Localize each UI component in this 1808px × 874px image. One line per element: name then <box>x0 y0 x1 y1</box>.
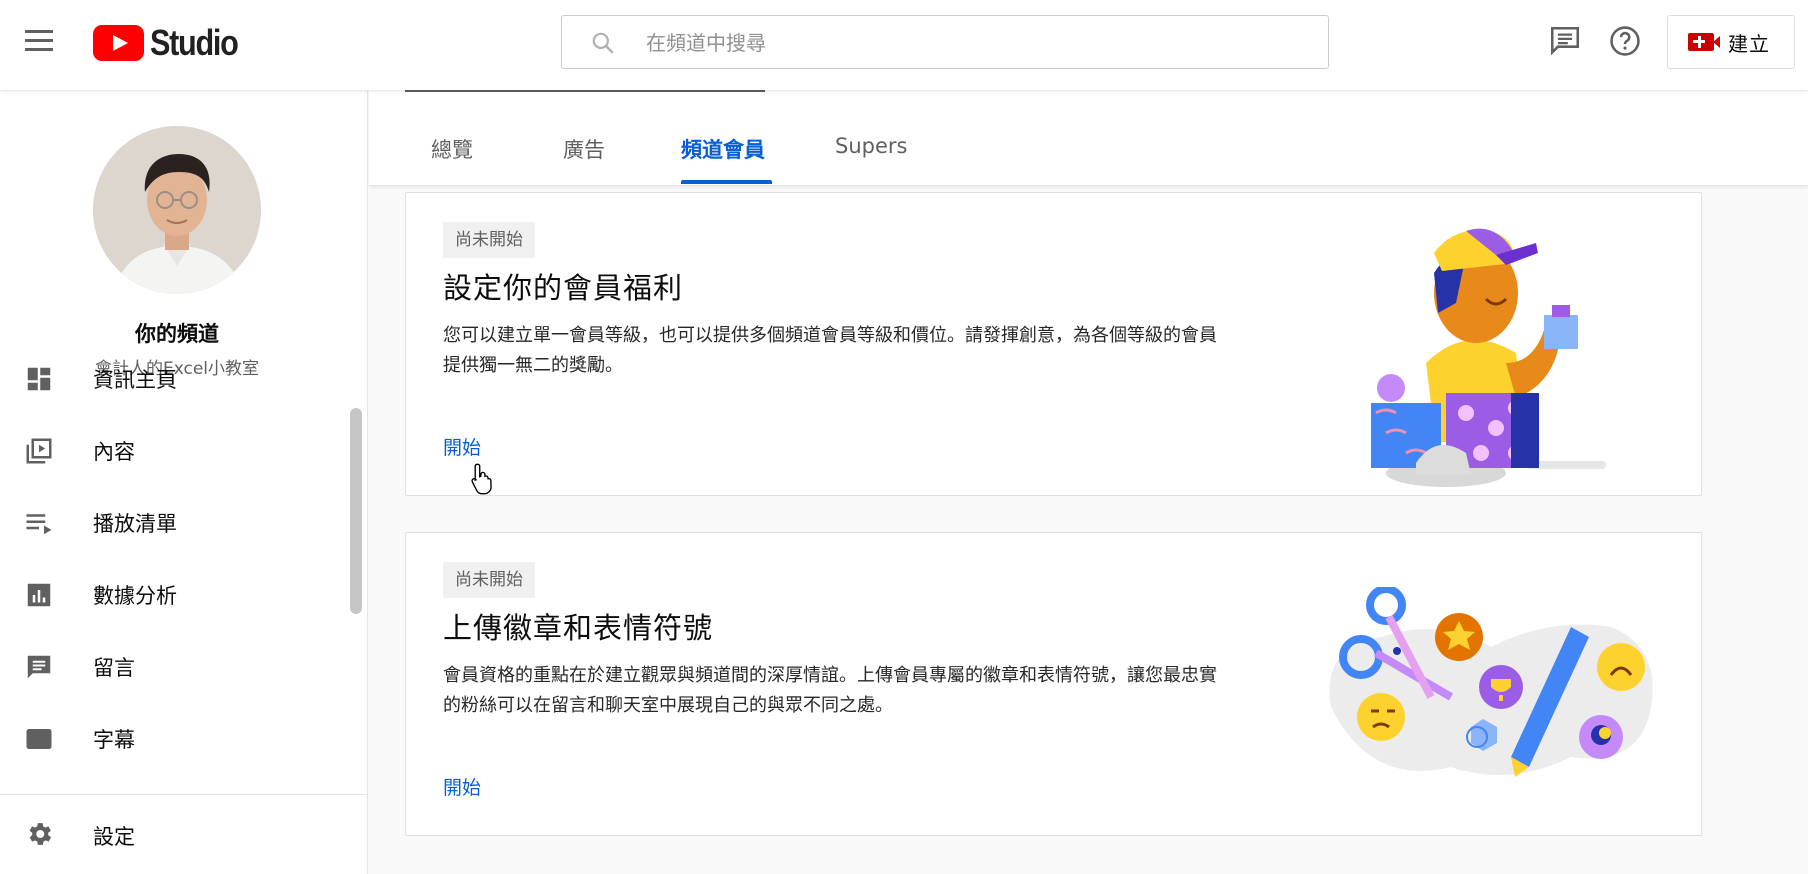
sidebar-item-dashboard[interactable]: 資訊主頁 <box>0 346 354 412</box>
sidebar-item-label: 播放清單 <box>93 512 177 536</box>
settings-label: 設定 <box>93 825 135 849</box>
tab-supers[interactable]: Supers <box>835 134 907 158</box>
gift-person-illustration <box>1371 228 1606 487</box>
search-box[interactable] <box>561 15 1329 69</box>
sidebar-item-label: 數據分析 <box>93 584 177 608</box>
create-label: 建立 <box>1728 31 1770 56</box>
sidebar-item-label: 內容 <box>93 440 135 464</box>
badges-emoji-illustration <box>1329 587 1653 777</box>
scrolled-content-edge <box>405 90 765 92</box>
create-button[interactable]: 建立 <box>1667 15 1795 69</box>
menu-icon[interactable] <box>25 30 53 52</box>
start-perks-link[interactable]: 開始 <box>443 433 481 460</box>
hand-cursor-icon <box>471 463 492 495</box>
card-description: 會員資格的重點在於建立觀眾與頻道間的深厚情誼。上傳會員專屬的徽章和表情符號，讓您… <box>443 665 1217 716</box>
sidebar-item-label: 留言 <box>93 656 135 680</box>
youtube-studio-logo[interactable]: Studio <box>93 22 253 64</box>
content-icon <box>26 438 52 464</box>
tab-bar: 總覽 廣告 頻道會員 Supers <box>369 90 1808 186</box>
card-description: 您可以建立單一會員等級，也可以提供多個頻道會員等級和價位。請發揮創意，為各個等級… <box>443 325 1217 376</box>
status-badge: 尚未開始 <box>443 562 535 598</box>
subtitles-icon <box>26 729 52 749</box>
gear-icon <box>29 823 52 845</box>
search-icon[interactable] <box>590 30 616 56</box>
active-tab-indicator <box>681 180 772 184</box>
start-badges-link[interactable]: 開始 <box>443 773 481 800</box>
badges-emoji-card: 尚未開始 上傳徽章和表情符號 會員資格的重點在於建立觀眾與頻道間的深厚情誼。上傳… <box>405 532 1702 836</box>
channel-title: 你的頻道 <box>135 322 219 346</box>
perks-card: 尚未開始 設定你的會員福利 您可以建立單一會員等級，也可以提供多個頻道會員等級和… <box>405 192 1702 496</box>
sidebar-item-label: 字幕 <box>93 728 135 752</box>
tab-overview[interactable]: 總覽 <box>431 134 473 164</box>
comments-icon <box>27 655 51 679</box>
sidebar-item-comments[interactable]: 留言 <box>0 634 354 700</box>
top-bar: Studio 建立 <box>0 0 1808 90</box>
playlist-icon <box>26 514 52 535</box>
help-icon[interactable] <box>1608 24 1642 58</box>
tab-ads[interactable]: 廣告 <box>563 134 605 164</box>
sidebar-item-analytics[interactable]: 數據分析 <box>0 562 354 628</box>
dashboard-icon <box>27 367 51 391</box>
create-video-icon <box>1688 33 1720 51</box>
card-title: 設定你的會員福利 <box>443 271 684 305</box>
card-title: 上傳徽章和表情符號 <box>443 611 714 645</box>
channel-avatar[interactable] <box>93 126 261 294</box>
sidebar-item-label: 資訊主頁 <box>93 368 177 392</box>
analytics-icon <box>27 583 51 607</box>
sidebar: 你的頻道 會計人的Excel小教室 資訊主頁 內容 播放清單 數據分析 留言 字… <box>0 90 368 874</box>
tab-memberships[interactable]: 頻道會員 <box>681 134 765 164</box>
sidebar-item-settings[interactable]: 設定 <box>0 794 367 874</box>
sidebar-item-subtitles[interactable]: 字幕 <box>0 706 354 772</box>
sidebar-item-content[interactable]: 內容 <box>0 418 354 484</box>
sidebar-item-playlists[interactable]: 播放清單 <box>0 490 354 556</box>
search-input[interactable] <box>646 28 1296 58</box>
status-badge: 尚未開始 <box>443 222 535 258</box>
avatar-photo <box>93 126 261 294</box>
youtube-play-icon <box>93 25 144 61</box>
sidebar-scrollbar[interactable] <box>350 408 362 614</box>
logo-text: Studio <box>150 22 239 63</box>
feedback-icon[interactable] <box>1548 24 1582 58</box>
